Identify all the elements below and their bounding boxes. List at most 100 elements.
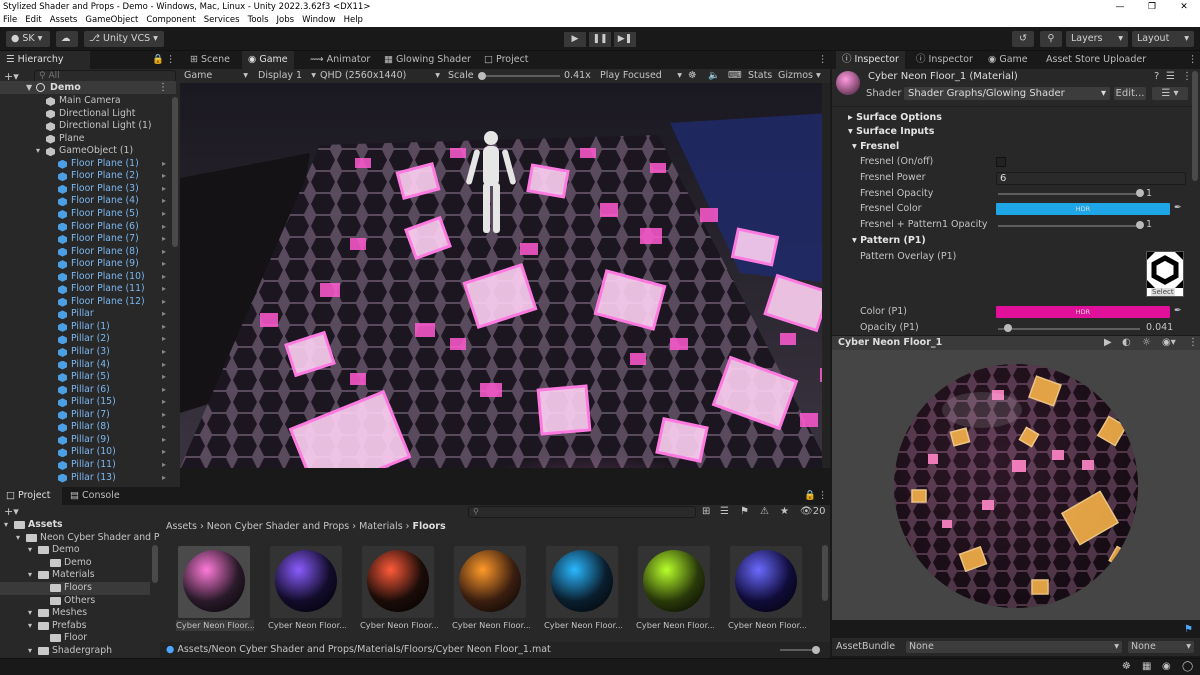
chevron-right-icon[interactable]: ▸ [162,434,166,447]
fresnel-power-field[interactable]: 6 [996,172,1186,185]
chevron-right-icon[interactable]: ▸ [162,384,166,397]
history-icon[interactable]: ↺ [1012,31,1034,47]
hierarchy-item[interactable]: Pillar (6) ▸ [0,384,176,397]
hierarchy-item[interactable]: Pillar (3) ▸ [0,346,176,359]
inspector-scrollbar[interactable] [1192,71,1198,181]
chevron-right-icon[interactable]: ▸ [162,333,166,346]
select-texture-button[interactable]: Select [1151,288,1175,296]
hierarchy-item[interactable]: ▾ GameObject (1) [0,145,176,158]
help-icon[interactable]: ? [1154,71,1159,82]
tab-asset-store-uploader[interactable]: Asset Store Uploader [1040,51,1152,69]
surface-inputs-foldout[interactable]: ▾ Surface Inputs [848,125,934,139]
hierarchy-item[interactable]: Plane [0,133,176,146]
chevron-right-icon[interactable]: ▸ [162,308,166,321]
label-icon[interactable]: ⚑ [740,505,749,519]
vcs-button[interactable]: ⎇ Unity VCS ▾ [84,31,164,47]
list-options-icon[interactable]: ☰ ▾ [1152,87,1188,100]
tab-scene[interactable]: ⊞ Scene [184,51,236,69]
chevron-right-icon[interactable]: ▸ [162,409,166,422]
tab-project-bottom[interactable]: □ Project [0,487,62,505]
asset-item[interactable]: Cyber Neon Floor... [728,546,806,636]
display-dropdown[interactable]: Display 1 ▾ [258,69,316,83]
hierarchy-item[interactable]: Floor Plane (1) ▸ [0,158,176,171]
layout-dropdown[interactable]: Layout ▾ [1132,31,1194,47]
menu-item-component[interactable]: Component [146,14,195,27]
bug-icon[interactable]: ☸ [688,69,697,83]
project-tree-item[interactable]: ▾ Shadergraph [0,645,150,658]
create-button[interactable]: +▾ [4,505,19,519]
menu-item-edit[interactable]: Edit [25,14,41,27]
more-icon[interactable]: ⋮ [166,51,176,69]
fresnel-opacity-knob[interactable] [1136,189,1144,197]
fresnel-opacity-slider[interactable] [998,193,1140,195]
hierarchy-item[interactable]: Pillar (7) ▸ [0,409,176,422]
chevron-down-icon[interactable]: ▾ [28,607,32,620]
progress-icon[interactable]: ◯ [1182,661,1193,672]
menu-item-tools[interactable]: Tools [248,14,269,27]
hierarchy-item[interactable]: Pillar (9) ▸ [0,434,176,447]
menu-item-assets[interactable]: Assets [50,14,78,27]
project-tree-item[interactable]: Demo [0,557,150,570]
search-by-type-icon[interactable]: ⊞ [702,505,710,519]
chevron-right-icon[interactable]: ▸ [162,221,166,234]
chevron-right-icon[interactable]: ▸ [162,421,166,434]
chevron-right-icon[interactable]: ▸ [162,296,166,309]
play-preview-icon[interactable]: ▶ [1104,337,1112,348]
chevron-down-icon[interactable]: ▾ [36,145,40,158]
filter-icon[interactable]: ☰ [720,505,729,519]
maximize-icon[interactable]: ❐ [1136,0,1168,14]
hierarchy-item[interactable]: Floor Plane (7) ▸ [0,233,176,246]
hierarchy-item[interactable]: Pillar (11) ▸ [0,459,176,472]
hierarchy-item[interactable]: Pillar (2) ▸ [0,333,176,346]
chevron-right-icon[interactable]: ▸ [162,371,166,384]
more-icon[interactable]: ⋮ [1182,71,1192,82]
hierarchy-item[interactable]: Pillar (15) ▸ [0,396,176,409]
hierarchy-item[interactable]: Floor Plane (10) ▸ [0,271,176,284]
chevron-right-icon[interactable]: ▸ [162,396,166,409]
cache-icon[interactable]: ◉ [1162,661,1171,672]
tab-game[interactable]: ◉ Game [242,51,294,69]
hierarchy-item[interactable]: Pillar (8) ▸ [0,421,176,434]
fresnel-opacity-value[interactable]: 1 [1146,187,1152,201]
layers-dropdown[interactable]: Layers ▾ [1066,31,1128,47]
step-button[interactable]: ▶❚ [614,32,636,47]
hierarchy-item[interactable]: Floor Plane (4) ▸ [0,195,176,208]
chevron-right-icon[interactable]: ▸ [162,195,166,208]
hierarchy-item[interactable]: Floor Plane (9) ▸ [0,258,176,271]
asset-bundle-dropdown[interactable]: None ▾ [906,641,1122,653]
tab-project[interactable]: □ Project [478,51,535,69]
opacity-p1-knob[interactable] [1003,324,1012,332]
menu-item-services[interactable]: Services [204,14,240,27]
material-preview[interactable]: ⚑ [832,350,1200,635]
project-tree-item[interactable]: Floor [0,632,150,645]
more-icon[interactable]: ⋮ [1188,51,1198,69]
opacity-p1-slider[interactable] [998,328,1140,330]
fresnel-onoff-checkbox[interactable] [996,157,1006,167]
surface-options-foldout[interactable]: ▸ Surface Options [848,111,942,125]
more-icon[interactable]: ⋮ [158,81,168,94]
breadcrumb-item[interactable]: Neon Cyber Shader and Props [207,521,349,532]
game-mode-dropdown[interactable]: Game ▾ [184,69,250,83]
hierarchy-item[interactable]: Directional Light [0,108,176,121]
pattern-overlay-texture-slot[interactable]: Select [1146,251,1184,297]
preset-icon[interactable]: ☰ [1166,71,1175,82]
project-tree-item[interactable]: Others [0,595,150,608]
fresnel-pattern-opacity-value[interactable]: 1 [1146,218,1152,232]
viewport-scrollbar[interactable] [822,83,830,468]
project-tree-item[interactable]: ▾ Materials [0,569,150,582]
chevron-right-icon[interactable]: ▸ [162,459,166,472]
tab-console[interactable]: ▤ Console [64,487,126,505]
hierarchy-item[interactable]: Floor Plane (5) ▸ [0,208,176,221]
fresnel-pattern-opacity-slider[interactable] [998,225,1140,227]
project-search-input[interactable]: ⚲ [468,506,696,518]
preview-mesh-dropdown[interactable]: ◉▾ [1162,337,1176,348]
shader-dropdown[interactable]: Shader Graphs/Glowing Shader ▾ [904,87,1110,100]
project-tree-item[interactable]: ▾ Prefabs [0,620,150,633]
hierarchy-item[interactable]: Directional Light (1) [0,120,176,133]
chevron-down-icon[interactable]: ▾ [28,620,32,633]
tab-glowing-shader[interactable]: ▦ Glowing Shader [378,51,477,69]
opacity-p1-value[interactable]: 0.041 [1146,321,1173,335]
tree-scrollbar[interactable] [152,545,158,583]
asset-item[interactable]: Cyber Neon Floor... [636,546,714,636]
asset-item[interactable]: Cyber Neon Floor... [176,546,254,636]
